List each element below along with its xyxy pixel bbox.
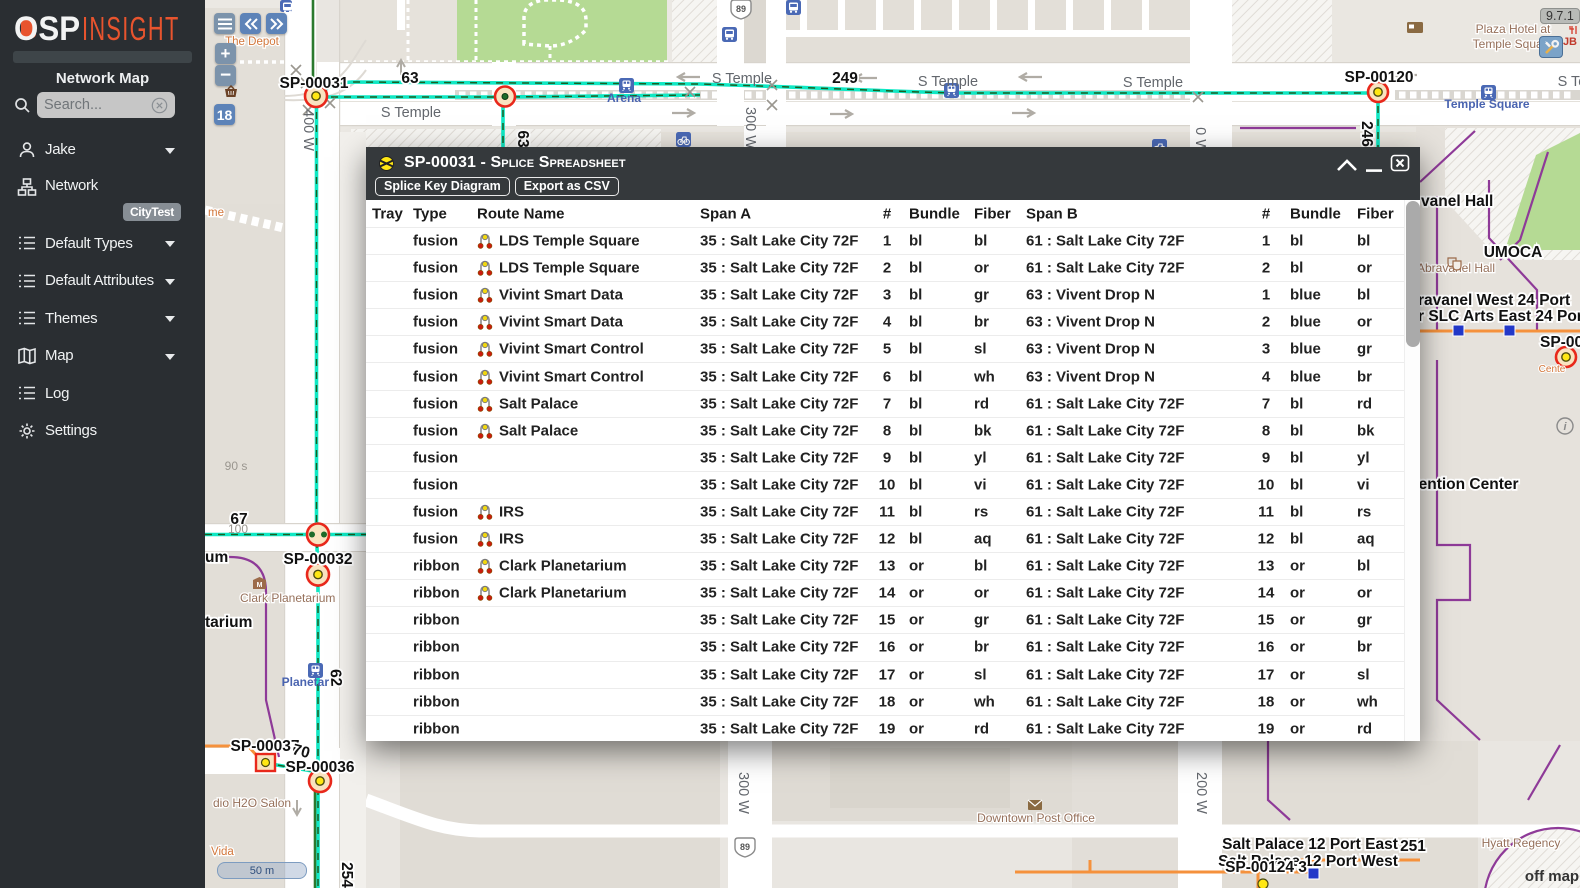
svg-text:SP-00036: SP-00036 [286, 759, 355, 776]
svg-text:89: 89 [736, 4, 746, 14]
svg-text:dio H2O Salon: dio H2O Salon [213, 796, 291, 810]
svg-text:tarium: tarium [205, 614, 252, 631]
svg-text:Temple Square: Temple Square [1444, 97, 1529, 111]
svg-text:90 s: 90 s [225, 459, 248, 473]
svg-text:63: 63 [401, 70, 419, 87]
svg-text:SP-001: SP-001 [1540, 334, 1580, 351]
svg-text:M: M [257, 582, 263, 589]
svg-text:SP-00032: SP-00032 [284, 551, 353, 568]
svg-text:vanel Hall: vanel Hall [1421, 193, 1493, 210]
svg-text:Planetari: Planetari [282, 675, 333, 689]
svg-text:SP-00124 3: SP-00124 3 [1225, 859, 1307, 876]
svg-text:me: me [208, 207, 224, 219]
svg-text:UMOCA: UMOCA [1484, 244, 1543, 261]
svg-text:ravanel West 24 Port: ravanel West 24 Port [1418, 292, 1570, 309]
svg-text:Downtown Post Office: Downtown Post Office [977, 811, 1095, 825]
svg-text:Arena: Arena [607, 91, 641, 105]
svg-text:254: 254 [338, 862, 355, 888]
svg-text:251: 251 [1400, 838, 1426, 855]
svg-text:S Temple: S Temple [712, 71, 772, 87]
svg-text:300 W: 300 W [735, 772, 751, 814]
svg-text:um: um [205, 549, 228, 566]
svg-text:S Temple: S Temple [1123, 75, 1183, 91]
svg-text:246: 246 [1358, 121, 1375, 147]
svg-text:JB: JB [1563, 36, 1577, 48]
svg-text:100: 100 [228, 522, 248, 536]
svg-text:S Te: S Te [1558, 74, 1580, 90]
svg-text:Salt Palace 12 Port East: Salt Palace 12 Port East [1222, 836, 1398, 853]
svg-text:Hyatt Regency: Hyatt Regency [1482, 836, 1561, 850]
svg-text:r SLC Arts East 24 Port: r SLC Arts East 24 Port [1418, 308, 1580, 325]
svg-text:SP-00037: SP-00037 [231, 738, 300, 755]
svg-text:S Temple: S Temple [918, 74, 978, 90]
svg-text:SP-00031: SP-00031 [280, 75, 349, 92]
svg-text:S Temple: S Temple [381, 105, 441, 121]
svg-text:89: 89 [740, 842, 750, 852]
svg-text:off map: off map [1525, 868, 1579, 885]
svg-text:Cente: Cente [1539, 364, 1566, 375]
svg-text:Plaza Hotel at: Plaza Hotel at [1476, 22, 1551, 36]
svg-text:400 W: 400 W [300, 109, 316, 151]
svg-text:249: 249 [832, 70, 858, 87]
svg-text:Vida: Vida [211, 846, 234, 858]
svg-text:SP-00120: SP-00120 [1345, 69, 1414, 86]
svg-text:vention Center: vention Center [1410, 476, 1519, 493]
svg-text:300 W: 300 W [742, 107, 758, 149]
svg-text:62: 62 [327, 669, 345, 687]
svg-text:Clark Planetarium: Clark Planetarium [240, 591, 335, 605]
svg-text:200 W: 200 W [1193, 772, 1209, 814]
svg-text:63: 63 [514, 130, 531, 148]
